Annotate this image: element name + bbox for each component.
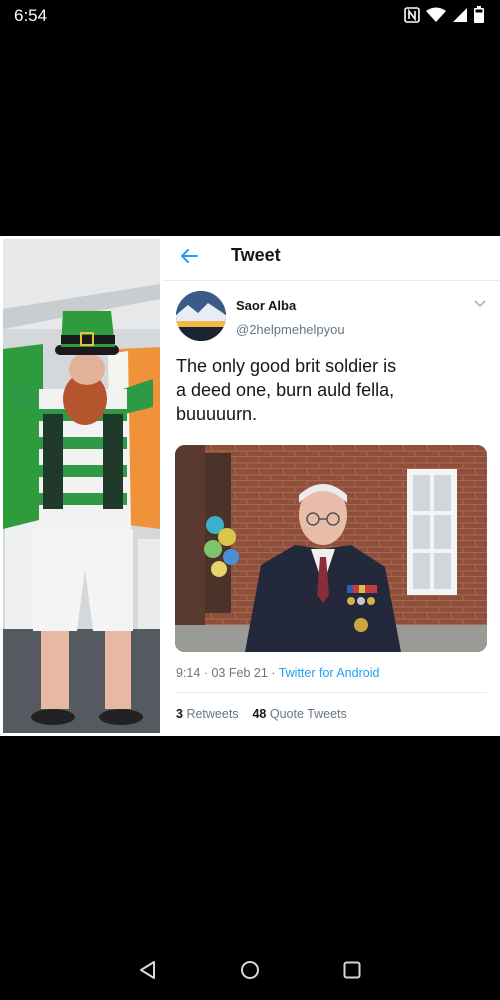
display-name[interactable]: Saor Alba: [236, 298, 296, 313]
quote-label: Quote Tweets: [269, 707, 347, 721]
retweets-label: Retweets: [186, 707, 239, 721]
meta-separator: ·: [203, 666, 208, 680]
tweet-text: The only good brit soldier is a deed one…: [176, 356, 397, 424]
back-triangle-icon[interactable]: [138, 960, 158, 980]
status-bar: 6:54: [0, 0, 500, 32]
status-icons: [404, 6, 484, 23]
retweets-count: 3: [176, 707, 183, 721]
recents-square-icon[interactable]: [342, 960, 362, 980]
status-time: 6:54: [14, 6, 48, 25]
divider: [176, 692, 487, 693]
battery-icon: [474, 6, 484, 23]
page-title: Tweet: [231, 245, 281, 265]
navigation-bar: [0, 940, 500, 1000]
nfc-icon: [404, 6, 420, 23]
tweet-stats: 3 Retweets 48 Quote Tweets: [176, 707, 347, 721]
tweet-time: 9:14: [176, 666, 201, 680]
tweet-header: Tweet: [163, 236, 500, 281]
tweet-timestamp: 9:14 · 03 Feb 21 · Twitter for Android: [176, 666, 379, 680]
content-panel: Tweet Saor Alba @2helpmehelpyou The only…: [0, 236, 500, 736]
avatar[interactable]: [176, 291, 226, 341]
tweet-source-link[interactable]: Twitter for Android: [279, 666, 380, 680]
retweets-stat[interactable]: 3 Retweets: [176, 707, 239, 721]
home-circle-icon[interactable]: [240, 960, 260, 980]
signal-icon: [453, 7, 467, 22]
quote-tweets-stat[interactable]: 48 Quote Tweets: [252, 707, 346, 721]
costume-photo: [3, 239, 160, 733]
tweet-date: 03 Feb 21: [211, 666, 268, 680]
tweet-photo[interactable]: [175, 445, 487, 652]
quote-count: 48: [252, 707, 267, 721]
tweet-card: Tweet Saor Alba @2helpmehelpyou The only…: [163, 236, 500, 736]
meta-separator: ·: [271, 666, 276, 680]
user-handle[interactable]: @2helpmehelpyou: [236, 322, 345, 337]
wifi-icon: [426, 7, 446, 22]
back-arrow-icon[interactable]: [179, 246, 199, 266]
chevron-down-icon[interactable]: [474, 300, 486, 308]
